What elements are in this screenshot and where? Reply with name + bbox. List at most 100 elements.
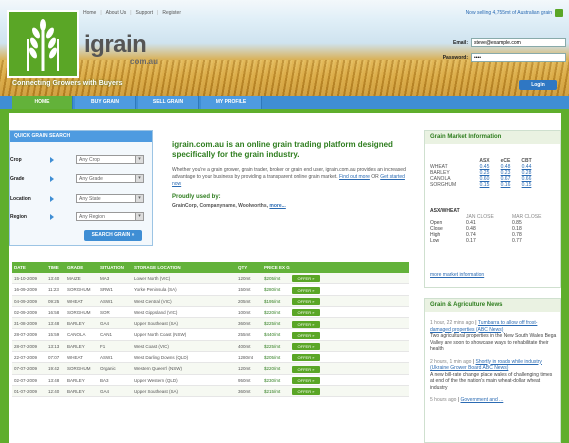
top-link-register[interactable]: Register xyxy=(162,10,181,16)
proudly-used-by: Proudly used by: xyxy=(172,194,221,200)
sell-banner[interactable]: Now selling 4,755mt of Australian grain xyxy=(466,9,563,17)
market-value[interactable]: 0.15 xyxy=(516,182,537,188)
table-row[interactable]: 22-07-2009 07:07 WHEAT ASW1 West Darling Dow… xyxy=(12,352,409,364)
cell-location: Yorke Peninsula (SA) xyxy=(134,287,177,293)
cell-qty: 360mt xyxy=(238,321,251,327)
offer-button[interactable]: OFFER » xyxy=(292,354,320,362)
offer-button[interactable]: OFFER » xyxy=(292,309,320,317)
cell-action: OFFER » xyxy=(290,386,408,396)
cell-qty: 120mt xyxy=(238,276,251,281)
cell-time: 13:40 xyxy=(48,276,60,281)
table-row[interactable]: 02-09-2009 16:58 SORGHUM SOR West Gippsland … xyxy=(12,307,409,319)
table-row[interactable]: 28-07-2009 15:59 CANOLA CAN1 Upper North Coa… xyxy=(12,329,409,341)
tab-my-profile[interactable]: MY PROFILE xyxy=(201,96,262,109)
table-row[interactable]: 28-07-2009 13:13 BARLEY F1 West Coast (VIC) 4… xyxy=(12,340,409,353)
search-row-grade: Grade Any Grade ▾ xyxy=(10,174,144,183)
cell-situation: Organic xyxy=(100,366,116,372)
sell-prompt[interactable]: Now selling 4,755mt of Australian grain xyxy=(466,10,552,16)
cell-grade: WHEAT xyxy=(67,298,83,304)
offer-button[interactable]: OFFER » xyxy=(292,286,320,294)
region-label: Region xyxy=(10,213,27,220)
logo[interactable] xyxy=(7,10,79,78)
login-form: Email: Password: xyxy=(428,38,566,68)
search-row-location: Location Any State ▾ xyxy=(10,194,144,203)
offer-button[interactable]: OFFER » xyxy=(292,297,320,305)
asx-value: 0.17 xyxy=(466,238,476,244)
table-body: 15-10-2009 13:40 MAIZE MA3 Lower North (VIC)… xyxy=(12,273,409,398)
cell-date: 02-09-2009 xyxy=(14,309,38,315)
table-row[interactable]: 31-08-2009 13:48 BARLEY GA4 Upper Southeast … xyxy=(12,318,409,330)
col-grade[interactable]: GRADE xyxy=(65,262,98,273)
tab-sell-grain[interactable]: SELL GRAIN xyxy=(138,96,199,109)
news-link[interactable]: Government and ... xyxy=(461,397,504,403)
offer-button[interactable]: OFFER » xyxy=(292,320,320,328)
search-grain-button[interactable]: SEARCH GRAIN » xyxy=(84,230,142,241)
news-item: 2 hours, 1 min ago | Shortly in roads wh… xyxy=(430,359,557,392)
offer-button[interactable]: OFFER » xyxy=(292,343,320,351)
market-crop: SORGHUM xyxy=(430,182,457,188)
offer-button[interactable]: OFFER » xyxy=(292,365,320,373)
crop-select[interactable]: Any Crop ▾ xyxy=(76,155,144,164)
more-users-link[interactable]: more... xyxy=(269,203,285,209)
top-link-about[interactable]: About Us xyxy=(106,10,127,16)
col-qty[interactable]: QTY xyxy=(236,262,262,273)
news-date: 2 hours, 1 min ago xyxy=(430,358,472,365)
news-date: 1 hour, 22 mins ago xyxy=(430,320,474,326)
top-link-support[interactable]: Support xyxy=(136,10,154,16)
cell-action: OFFER » xyxy=(290,284,408,294)
email-field[interactable] xyxy=(471,38,566,47)
asx-value: 0.77 xyxy=(512,238,522,244)
email-label: Email: xyxy=(452,39,468,46)
bullet-arrow-icon xyxy=(50,195,54,202)
cell-action: OFFER » xyxy=(290,273,408,283)
table-row[interactable]: 02-07-2009 13:48 BARLEY BA3 Upper Western (Q… xyxy=(12,375,409,386)
table-row[interactable]: 01-07-2009 12:40 BARLEY GA4 Upper Southeast … xyxy=(12,385,409,398)
col-storage-location[interactable]: STORAGE LOCATION xyxy=(132,262,236,273)
asx-row: Low 0.17 0.77 xyxy=(430,238,558,244)
cell-grade: BARLEY xyxy=(67,377,85,383)
table-row[interactable]: 15-10-2009 13:40 MAIZE MA3 Lower North (VIC)… xyxy=(12,273,409,285)
cell-price: $205/mt xyxy=(264,276,281,281)
cell-action: OFFER » xyxy=(290,375,408,385)
market-value[interactable]: 0.15 xyxy=(474,182,495,188)
password-field[interactable] xyxy=(471,53,566,62)
find-out-more-link[interactable]: Find out more xyxy=(339,174,370,180)
search-row-region: Region Any Region ▾ xyxy=(10,212,144,221)
tagline: Connecting Growers with Buyers xyxy=(12,80,123,87)
more-market-info-link[interactable]: more market information xyxy=(430,272,484,278)
cell-action: OFFER » xyxy=(290,307,408,317)
col-price[interactable]: PRICE EX GST xyxy=(262,262,290,273)
cell-grade: MAIZE xyxy=(67,276,81,281)
market-value[interactable]: 0.16 xyxy=(495,182,516,188)
cell-price: $280/mt xyxy=(264,287,281,293)
top-link-home[interactable]: Home xyxy=(83,10,96,16)
cell-time: 19:42 xyxy=(48,366,60,372)
table-row[interactable]: 07-07-2009 19:42 SORGHUM Organic Western Que… xyxy=(12,363,409,375)
offer-button[interactable]: OFFER » xyxy=(292,275,320,283)
col-time[interactable]: TIME xyxy=(46,262,65,273)
offer-button[interactable]: OFFER » xyxy=(292,331,320,339)
table-row[interactable]: 04-09-2009 09:25 WHEAT ASW1 West Central (VI… xyxy=(12,295,409,307)
col-date[interactable]: DATE xyxy=(12,262,46,273)
intro-body: Whether you're a grain grower, grain tra… xyxy=(172,167,407,188)
wheat-logo-icon xyxy=(27,19,59,71)
cell-qty: 205mt xyxy=(238,298,251,304)
cell-situation: GA4 xyxy=(100,388,110,394)
region-select-value: Any Region xyxy=(79,214,105,220)
cell-situation: F1 xyxy=(100,343,106,349)
grade-select[interactable]: Any Grade ▾ xyxy=(76,174,144,183)
offer-button[interactable]: OFFER » xyxy=(292,388,320,396)
login-button[interactable]: Login xyxy=(519,80,557,90)
tab-home[interactable]: HOME xyxy=(12,96,73,109)
cell-time: 12:40 xyxy=(48,388,60,394)
cell-date: 04-09-2009 xyxy=(14,298,38,304)
users-list: GrainCorp, Companyname, Woolworths, more… xyxy=(172,203,407,209)
offer-button[interactable]: OFFER » xyxy=(292,376,320,384)
tab-buy-grain[interactable]: BUY GRAIN xyxy=(75,96,136,109)
location-select[interactable]: Any State ▾ xyxy=(76,194,144,203)
cell-grade: SORGHUM xyxy=(67,309,91,315)
go-arrow-icon[interactable] xyxy=(555,9,563,17)
col-situation[interactable]: SITUATION xyxy=(98,262,132,273)
table-row[interactable]: 16-09-2009 11:23 SORGHUM SRW1 Yorke Peninsul… xyxy=(12,284,409,296)
region-select[interactable]: Any Region ▾ xyxy=(76,212,144,221)
